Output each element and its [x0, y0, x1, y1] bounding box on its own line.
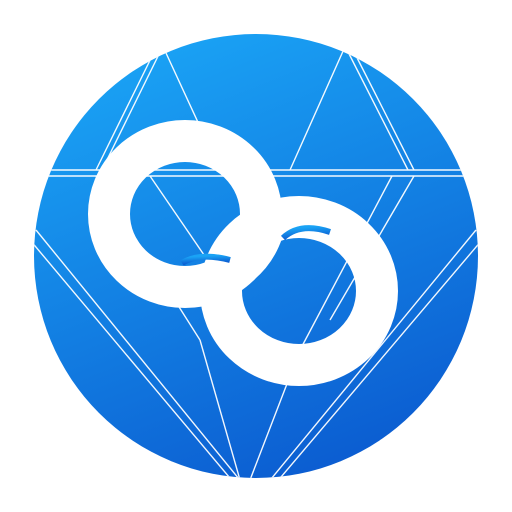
app-icon [0, 0, 512, 512]
ring-interlock-overlay [222, 224, 282, 286]
logo-svg [34, 34, 478, 478]
